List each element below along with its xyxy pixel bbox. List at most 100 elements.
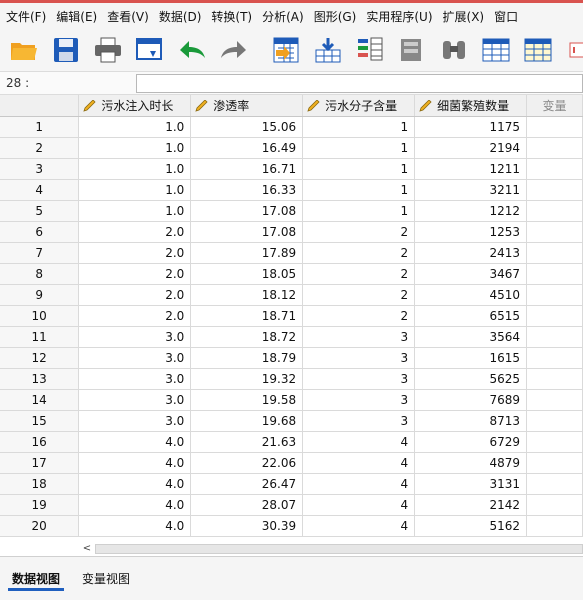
cell-permeability[interactable]: 30.39 [190,515,304,537]
row-number[interactable]: 16 [0,431,80,453]
row-number[interactable]: 2 [0,137,80,159]
cell-empty-variable[interactable] [526,116,583,138]
cell-empty-variable[interactable] [526,431,583,453]
row-number[interactable]: 17 [0,452,80,474]
cell-bacteria-count[interactable]: 4510 [414,284,528,306]
column-header-injection-duration[interactable]: 污水注入时长 [78,95,192,117]
goto-case-button[interactable] [270,34,302,66]
cell-empty-variable[interactable] [526,158,583,180]
column-header-empty-variable[interactable]: 变量 [526,95,583,117]
cell-empty-variable[interactable] [526,515,583,537]
cell-injection-duration[interactable]: 4.0 [78,473,192,495]
cell-permeability[interactable]: 18.72 [190,326,304,348]
cell-molecule-content[interactable]: 1 [302,137,416,159]
open-folder-button[interactable] [8,34,40,66]
cell-empty-variable[interactable] [526,284,583,306]
row-header-corner[interactable] [0,95,80,117]
cell-bacteria-count[interactable]: 1175 [414,116,528,138]
cell-molecule-content[interactable]: 4 [302,452,416,474]
variables-button[interactable] [354,34,386,66]
goto-variable-button[interactable] [312,34,344,66]
horizontal-scrollbar[interactable]: < [0,542,583,556]
cell-value-input[interactable] [136,74,583,93]
cell-molecule-content[interactable]: 2 [302,305,416,327]
cell-injection-duration[interactable]: 2.0 [78,263,192,285]
cell-injection-duration[interactable]: 2.0 [78,242,192,264]
cell-injection-duration[interactable]: 4.0 [78,515,192,537]
row-number[interactable]: 6 [0,221,80,243]
cell-bacteria-count[interactable]: 4879 [414,452,528,474]
column-header-permeability[interactable]: 渗透率 [190,95,304,117]
cell-permeability[interactable]: 18.12 [190,284,304,306]
cell-empty-variable[interactable] [526,347,583,369]
cell-injection-duration[interactable]: 1.0 [78,200,192,222]
cell-permeability[interactable]: 18.79 [190,347,304,369]
cell-permeability[interactable]: 18.71 [190,305,304,327]
cell-permeability[interactable]: 16.33 [190,179,304,201]
cell-permeability[interactable]: 22.06 [190,452,304,474]
row-number[interactable]: 9 [0,284,80,306]
cell-bacteria-count[interactable]: 1253 [414,221,528,243]
cell-permeability[interactable]: 19.58 [190,389,304,411]
cell-permeability[interactable]: 26.47 [190,473,304,495]
row-number[interactable]: 11 [0,326,80,348]
cell-molecule-content[interactable]: 1 [302,158,416,180]
cell-bacteria-count[interactable]: 5162 [414,515,528,537]
cell-bacteria-count[interactable]: 3467 [414,263,528,285]
row-number[interactable]: 20 [0,515,80,537]
cell-empty-variable[interactable] [526,263,583,285]
scroll-track[interactable] [95,544,583,554]
cell-molecule-content[interactable]: 1 [302,200,416,222]
menu-analyze[interactable]: 分析(A) [260,8,312,25]
cell-injection-duration[interactable]: 4.0 [78,452,192,474]
cell-bacteria-count[interactable]: 8713 [414,410,528,432]
cell-empty-variable[interactable] [526,179,583,201]
cell-molecule-content[interactable]: 2 [302,221,416,243]
row-number[interactable]: 5 [0,200,80,222]
cell-bacteria-count[interactable]: 2413 [414,242,528,264]
row-number[interactable]: 18 [0,473,80,495]
cell-molecule-content[interactable]: 3 [302,326,416,348]
row-number[interactable]: 13 [0,368,80,390]
menu-window[interactable]: 窗口 [492,8,526,25]
cell-injection-duration[interactable]: 3.0 [78,326,192,348]
cell-permeability[interactable]: 28.07 [190,494,304,516]
cell-bacteria-count[interactable]: 3211 [414,179,528,201]
cell-molecule-content[interactable]: 4 [302,473,416,495]
cell-molecule-content[interactable]: 3 [302,368,416,390]
cell-bacteria-count[interactable]: 7689 [414,389,528,411]
cell-injection-duration[interactable]: 1.0 [78,158,192,180]
cell-empty-variable[interactable] [526,137,583,159]
column-header-bacteria-count[interactable]: 细菌繁殖数量 [414,95,528,117]
cell-permeability[interactable]: 17.08 [190,200,304,222]
cell-bacteria-count[interactable]: 6515 [414,305,528,327]
row-number[interactable]: 7 [0,242,80,264]
cell-molecule-content[interactable]: 2 [302,284,416,306]
split-file-button[interactable] [564,34,583,66]
row-number[interactable]: 19 [0,494,80,516]
cell-molecule-content[interactable]: 1 [302,116,416,138]
menu-view[interactable]: 查看(V) [105,8,157,25]
row-number[interactable]: 14 [0,389,80,411]
cell-injection-duration[interactable]: 1.0 [78,179,192,201]
cell-empty-variable[interactable] [526,473,583,495]
find-button[interactable] [438,34,470,66]
cell-injection-duration[interactable]: 3.0 [78,347,192,369]
cell-injection-duration[interactable]: 3.0 [78,389,192,411]
cell-bacteria-count[interactable]: 1211 [414,158,528,180]
row-number[interactable]: 8 [0,263,80,285]
scroll-left-arrow[interactable]: < [80,543,94,555]
cell-injection-duration[interactable]: 1.0 [78,137,192,159]
cell-empty-variable[interactable] [526,410,583,432]
dialog-recall-button[interactable] [134,34,166,66]
cell-empty-variable[interactable] [526,368,583,390]
menu-file[interactable]: 文件(F) [6,8,54,25]
cell-permeability[interactable]: 16.71 [190,158,304,180]
row-number[interactable]: 15 [0,410,80,432]
cell-empty-variable[interactable] [526,242,583,264]
cell-injection-duration[interactable]: 3.0 [78,410,192,432]
redo-button[interactable] [218,34,250,66]
cell-empty-variable[interactable] [526,221,583,243]
cell-bacteria-count[interactable]: 2194 [414,137,528,159]
cell-permeability[interactable]: 21.63 [190,431,304,453]
